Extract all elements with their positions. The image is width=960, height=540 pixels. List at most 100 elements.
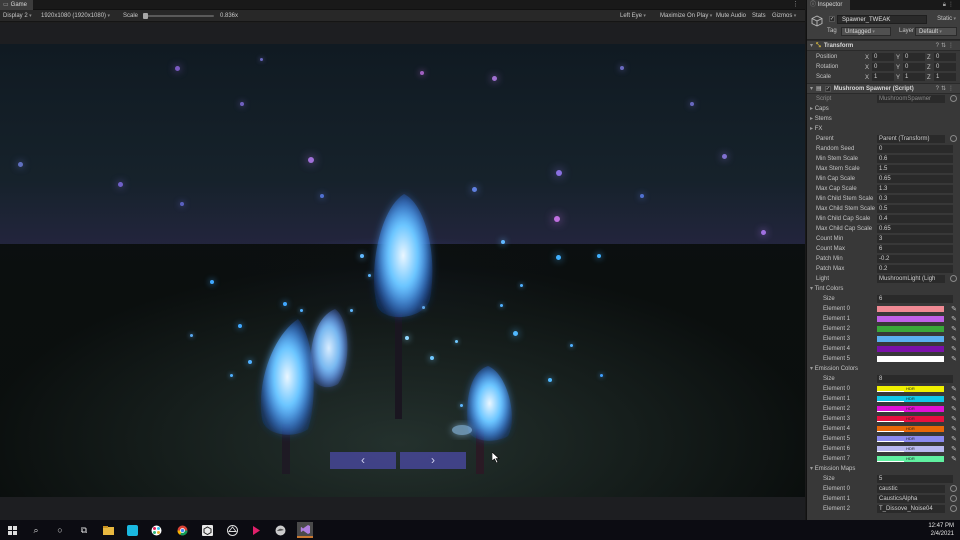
color-swatch[interactable] <box>877 306 944 312</box>
color-swatch[interactable]: HDR <box>877 416 944 422</box>
color-swatch[interactable]: HDR <box>877 456 944 462</box>
field-input[interactable]: 1.3 <box>877 185 953 193</box>
object-active-checkbox[interactable]: ✓ <box>829 16 835 22</box>
stats-toggle[interactable]: Stats <box>752 10 766 22</box>
field-input[interactable]: 0.2 <box>877 265 953 273</box>
foldout-emission_maps[interactable]: Emission Maps <box>807 464 960 474</box>
game-viewport[interactable]: ‹ › <box>0 44 805 497</box>
transform-x-input[interactable]: 0 <box>872 53 894 61</box>
color-swatch[interactable]: HDR <box>877 406 944 412</box>
color-swatch[interactable] <box>877 326 944 332</box>
texture-field[interactable]: caustic <box>877 485 945 493</box>
scale-slider-track[interactable] <box>144 15 214 17</box>
file-explorer-icon[interactable] <box>102 524 114 536</box>
object-name-field[interactable]: Spawner_TWEAK <box>837 15 927 24</box>
layer-dropdown[interactable]: Default <box>915 27 957 36</box>
object-picker-icon[interactable] <box>950 275 957 282</box>
display-dropdown[interactable]: Display 2 <box>3 10 32 22</box>
search-icon[interactable]: ⌕ <box>30 524 42 536</box>
previous-button[interactable]: ‹ <box>330 452 396 469</box>
color-swatch[interactable] <box>877 356 944 362</box>
slack-icon[interactable] <box>150 524 162 536</box>
color-swatch[interactable] <box>877 336 944 342</box>
mute-audio-toggle[interactable]: Mute Audio <box>716 10 746 22</box>
transform-z-input[interactable]: 0 <box>934 53 956 61</box>
field-input[interactable]: Parent (Transform) <box>877 135 945 143</box>
color-swatch[interactable]: HDR <box>877 426 944 432</box>
texture-field[interactable]: CausticsAlpha <box>877 495 945 503</box>
field-label: Count Max <box>816 246 846 252</box>
component-menu-icon[interactable]: ⋮ <box>948 86 956 92</box>
transform-y-input[interactable]: 0 <box>903 63 925 71</box>
script-header[interactable]: ▾ ▤ ✓ Mushroom Spawner (Script) ?⇅⋮ <box>807 83 960 94</box>
kebab-menu-icon[interactable]: ⋮ <box>948 2 956 8</box>
presets-icon[interactable]: ⇅ <box>941 43 948 49</box>
cortana-icon[interactable]: ○ <box>54 524 66 536</box>
script-file-icon: ▤ <box>816 85 822 92</box>
field-input[interactable]: 3 <box>877 235 953 243</box>
app-icon-cyan[interactable] <box>126 524 138 536</box>
field-input[interactable]: 0.65 <box>877 175 953 183</box>
field-input[interactable]: 0.4 <box>877 215 953 223</box>
task-view-icon[interactable]: ⧉ <box>78 524 90 536</box>
color-swatch[interactable]: HDR <box>877 436 944 442</box>
chrome-icon[interactable] <box>176 524 188 536</box>
object-picker-icon[interactable] <box>950 505 957 512</box>
field-input[interactable]: 6 <box>877 245 953 253</box>
game-tab-menu-icon[interactable]: ⋮ <box>792 0 799 10</box>
color-swatch[interactable]: HDR <box>877 446 944 452</box>
transform-x-input[interactable]: 1 <box>872 73 894 81</box>
foldout-emission_colors[interactable]: Emission Colors <box>807 364 960 374</box>
presets-icon[interactable]: ⇅ <box>941 86 948 92</box>
array-size-input[interactable]: 6 <box>877 295 953 303</box>
array-size-input[interactable]: 8 <box>877 375 953 383</box>
app-icon-bird[interactable] <box>274 524 286 536</box>
field-input[interactable]: 0.6 <box>877 155 953 163</box>
unity-icon[interactable] <box>226 524 238 536</box>
game-tab[interactable]: ▭ Game <box>0 0 34 10</box>
inspector-tab[interactable]: ⓘ Inspector <box>807 0 851 10</box>
windows-start-icon[interactable] <box>6 524 18 536</box>
transform-z-input[interactable]: 0 <box>934 63 956 71</box>
field-input[interactable]: 0 <box>877 145 953 153</box>
transform-y-input[interactable]: 0 <box>903 53 925 61</box>
color-swatch[interactable]: HDR <box>877 386 944 392</box>
color-swatch[interactable] <box>877 346 944 352</box>
field-input[interactable]: 0.5 <box>877 205 953 213</box>
tag-dropdown[interactable]: Untagged <box>841 27 891 36</box>
field-input[interactable]: 0.3 <box>877 195 953 203</box>
resolution-dropdown[interactable]: 1920x1080 (1920x1080) <box>41 10 110 22</box>
field-input[interactable]: MushroomLight (Ligh <box>877 275 945 283</box>
visual-studio-icon[interactable] <box>297 522 313 538</box>
field-input[interactable]: 0.65 <box>877 225 953 233</box>
texture-field[interactable]: T_Dissove_Noise04 <box>877 505 945 513</box>
unity-hub-icon[interactable] <box>201 524 213 536</box>
array-size-input[interactable]: 5 <box>877 475 953 483</box>
object-picker-icon[interactable] <box>950 135 957 142</box>
eye-dropdown[interactable]: Left Eye <box>620 10 646 22</box>
transform-x-input[interactable]: 0 <box>872 63 894 71</box>
color-swatch[interactable] <box>877 316 944 322</box>
foldout-tint_colors[interactable]: Tint Colors <box>807 284 960 294</box>
component-menu-icon[interactable]: ⋮ <box>948 43 956 49</box>
object-picker-icon[interactable] <box>950 485 957 492</box>
transform-header[interactable]: ▾ ⤡ Transform ?⇅⋮ <box>807 40 960 51</box>
object-picker-icon[interactable] <box>950 495 957 502</box>
scale-slider-handle[interactable] <box>143 13 148 19</box>
transform-z-input[interactable]: 1 <box>934 73 956 81</box>
field-input[interactable]: -0.2 <box>877 255 953 263</box>
transform-y-input[interactable]: 1 <box>903 73 925 81</box>
script-enabled-checkbox[interactable]: ✓ <box>824 85 831 92</box>
system-clock[interactable]: 12:47 PM 2/4/2021 <box>928 522 954 538</box>
color-swatch[interactable]: HDR <box>877 396 944 402</box>
maximize-on-play-toggle[interactable]: Maximize On Play <box>660 10 712 22</box>
gizmos-dropdown[interactable]: Gizmos <box>772 10 796 22</box>
element-label: Element 7 <box>823 456 851 462</box>
foldout-caps[interactable]: Caps <box>807 104 960 114</box>
field-input[interactable]: 1.5 <box>877 165 953 173</box>
rider-icon[interactable] <box>250 524 262 536</box>
foldout-fx[interactable]: FX <box>807 124 960 134</box>
next-button[interactable]: › <box>400 452 466 469</box>
static-dropdown[interactable]: Static <box>937 16 956 22</box>
foldout-stems[interactable]: Stems <box>807 114 960 124</box>
